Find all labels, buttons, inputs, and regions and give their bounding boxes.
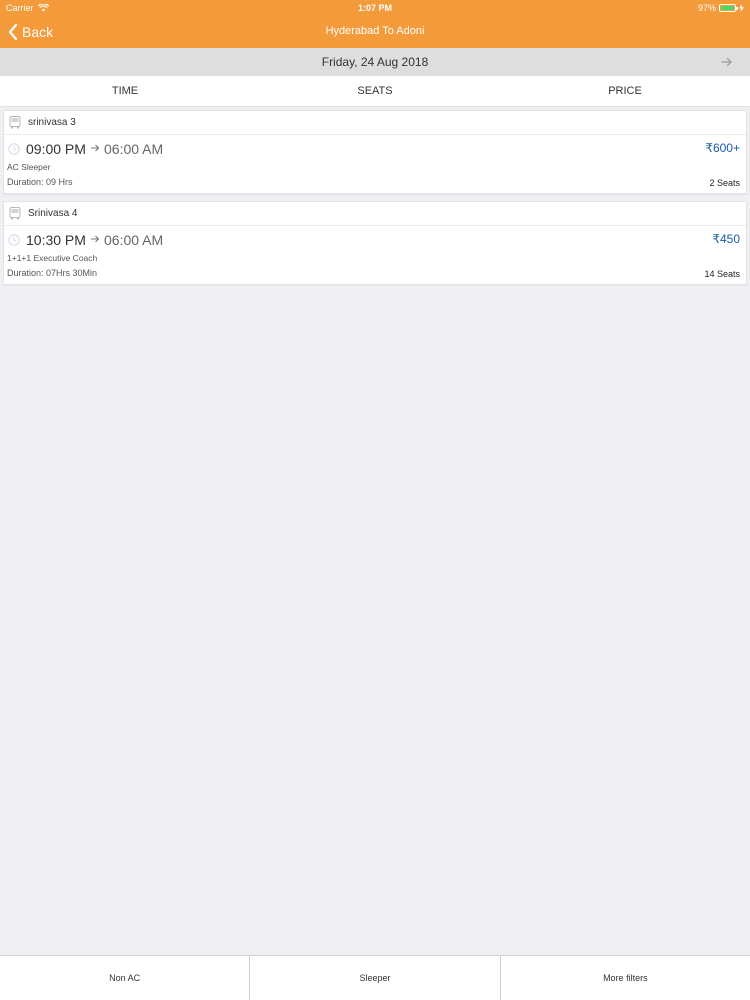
timing-row: 09:00 PM 06:00 AM — [4, 141, 746, 159]
seats-available: 2 Seats — [709, 178, 740, 188]
bus-type: 1+1+1 Executive Coach — [7, 253, 98, 263]
sleeper-filter-button[interactable]: Sleeper — [250, 956, 501, 1000]
bus-card[interactable]: srinivasa 3 09:00 PM 06:00 AM ₹600+ AC S… — [3, 110, 747, 194]
clock-icon — [8, 143, 20, 155]
bus-type: AC Sleeper — [7, 162, 51, 172]
seats-available: 14 Seats — [704, 269, 740, 279]
bus-duration: Duration: 09 Hrs — [7, 177, 73, 187]
non-ac-filter-button[interactable]: Non AC — [0, 956, 251, 1000]
sort-price-tab[interactable]: PRICE — [500, 76, 750, 106]
bus-name: Srinivasa 4 — [28, 208, 78, 219]
arrow-right-icon — [90, 234, 100, 247]
departure-time: 10:30 PM — [26, 232, 86, 248]
sort-seats-tab[interactable]: SEATS — [250, 76, 500, 106]
date-bar: Friday, 24 Aug 2018 — [0, 48, 750, 76]
bus-duration: Duration: 07Hrs 30Min — [7, 268, 98, 278]
sort-time-tab[interactable]: TIME — [0, 76, 250, 106]
departure-time: 09:00 PM — [26, 141, 86, 157]
status-bar: Carrier 1:07 PM 97% — [0, 0, 750, 16]
more-filters-button[interactable]: More filters — [501, 956, 750, 1000]
arrival-time: 06:00 AM — [104, 141, 164, 157]
nav-bar: Back Hyderabad To Adoni — [0, 16, 750, 48]
bus-card[interactable]: Srinivasa 4 10:30 PM 06:00 AM ₹450 1+1+1… — [3, 201, 747, 285]
bus-price: ₹600+ — [705, 141, 740, 155]
sort-bar: TIME SEATS PRICE — [0, 76, 750, 107]
bus-list: srinivasa 3 09:00 PM 06:00 AM ₹600+ AC S… — [3, 110, 747, 292]
battery-percent: 97% — [697, 3, 716, 13]
status-right: 97% — [698, 3, 744, 13]
next-date-button[interactable] — [720, 54, 734, 70]
page-title: Hyderabad To Adoni — [325, 25, 425, 37]
bus-price: ₹450 — [712, 232, 740, 246]
bus-card-header: Srinivasa 4 — [4, 202, 746, 226]
battery-icon — [719, 4, 738, 12]
battery-fill — [721, 6, 734, 10]
arrow-right-icon — [90, 143, 100, 156]
charging-icon — [739, 4, 744, 12]
bus-card-header: srinivasa 3 — [4, 111, 746, 135]
timing-row: 10:30 PM 06:00 AM — [4, 232, 746, 250]
bus-icon — [9, 116, 21, 129]
bus-name: srinivasa 3 — [28, 117, 76, 128]
filter-bar: Non AC Sleeper More filters — [0, 955, 750, 1000]
clock-icon — [8, 234, 20, 246]
arrow-right-icon — [721, 57, 732, 67]
status-time: 1:07 PM — [357, 3, 392, 13]
app-header: Carrier 1:07 PM 97% Back Hyderabad To Ad… — [0, 0, 750, 48]
arrival-time: 06:00 AM — [104, 232, 164, 248]
journey-date: Friday, 24 Aug 2018 — [321, 55, 429, 69]
bus-icon — [9, 207, 21, 220]
